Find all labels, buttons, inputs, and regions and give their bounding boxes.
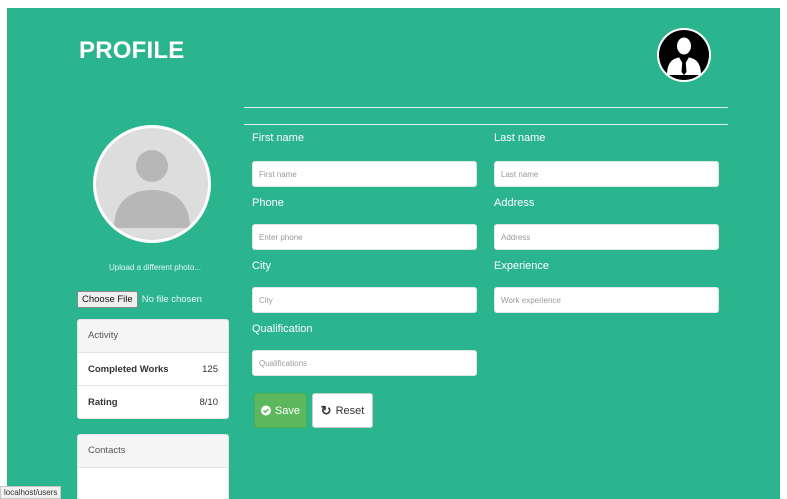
choose-file-button[interactable]: Choose File — [77, 291, 138, 308]
reset-button[interactable]: ↻ Reset — [312, 393, 373, 428]
browser-status-url: localhost/users — [0, 486, 62, 499]
first-name-label: First name — [252, 132, 304, 144]
experience-label: Experience — [494, 260, 550, 272]
phone-label: Phone — [252, 197, 284, 209]
activity-heading: Activity — [78, 320, 228, 353]
activity-panel: Activity Completed Works 125 Rating 8/10 — [77, 319, 229, 419]
avatar — [93, 125, 211, 243]
address-label: Address — [494, 197, 535, 209]
contacts-panel: Contacts — [77, 434, 229, 499]
activity-row-value: 8/10 — [199, 396, 219, 408]
page-title: PROFILE — [79, 37, 185, 64]
experience-input[interactable] — [494, 287, 719, 313]
avatar-placeholder-icon — [96, 128, 208, 240]
city-input[interactable] — [252, 287, 477, 313]
activity-row: Completed Works 125 — [78, 353, 228, 386]
refresh-icon: ↻ — [320, 403, 332, 418]
activity-row-value: 125 — [202, 363, 218, 375]
profile-page: PROFILE Upload a different photo... Choo… — [7, 8, 780, 499]
upload-photo-text: Upload a different photo... — [109, 263, 201, 272]
check-circle-icon — [261, 405, 271, 416]
file-input[interactable]: Choose File No file chosen — [77, 291, 202, 308]
last-name-input[interactable] — [494, 161, 719, 187]
contacts-heading: Contacts — [78, 435, 228, 468]
qualification-label: Qualification — [252, 323, 313, 335]
activity-row: Rating 8/10 — [78, 386, 228, 418]
city-label: City — [252, 260, 271, 272]
address-input[interactable] — [494, 224, 719, 250]
save-button[interactable]: Save — [254, 393, 307, 428]
last-name-label: Last name — [494, 132, 546, 144]
save-label: Save — [274, 404, 300, 417]
first-name-input[interactable] — [252, 161, 477, 187]
activity-row-label: Completed Works — [88, 363, 169, 375]
file-status-text: No file chosen — [141, 294, 202, 305]
phone-input[interactable] — [252, 224, 477, 250]
reset-label: Reset — [335, 404, 365, 417]
divider — [244, 124, 728, 125]
user-tie-icon[interactable] — [657, 28, 711, 82]
activity-row-label: Rating — [88, 396, 118, 408]
qualification-input[interactable] — [252, 350, 477, 376]
divider — [244, 107, 728, 108]
